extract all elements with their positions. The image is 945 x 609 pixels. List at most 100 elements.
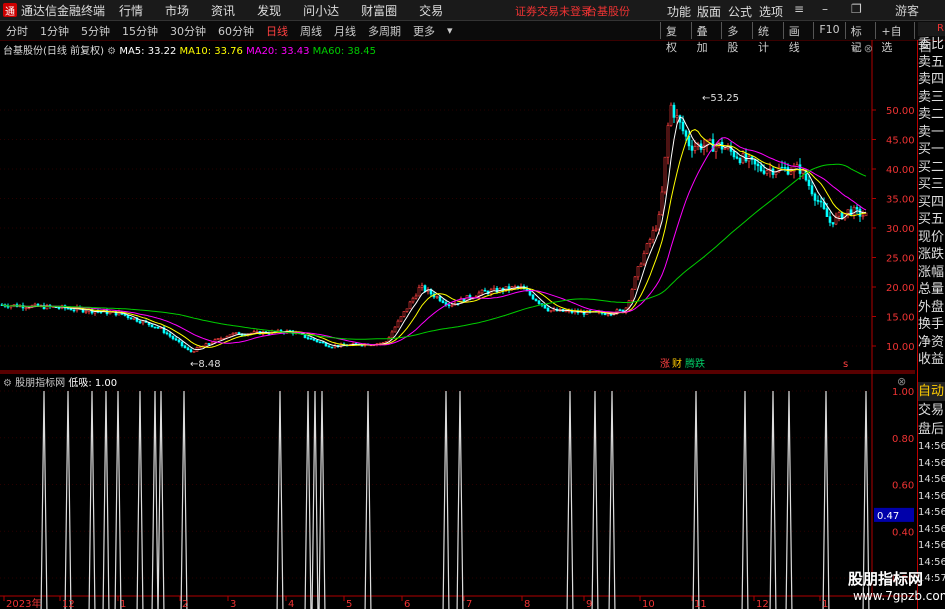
period-timeshare[interactable]: 分时 (4, 23, 30, 39)
period-daily[interactable]: 日线 (264, 23, 290, 39)
stats-button[interactable]: 统计 (752, 22, 783, 54)
candle-body (669, 104, 673, 126)
side-time: 14:56 (918, 507, 945, 518)
sub-close-icon[interactable]: ⊗ (897, 375, 906, 388)
candle-body (672, 104, 676, 118)
period-monthly[interactable]: 月线 (332, 23, 358, 39)
candle-body (327, 345, 331, 348)
side-item: 收益 (918, 352, 945, 367)
menu-trade[interactable]: 交易 (419, 2, 443, 19)
period-15min[interactable]: 15分钟 (120, 23, 160, 39)
event-tag: 涨 (660, 358, 670, 370)
settings-icon[interactable]: ⚙ (107, 46, 116, 57)
ma20-label: MA20: 33.43 (246, 46, 310, 57)
candle-body (534, 298, 538, 302)
candle-body (837, 212, 841, 217)
period-weekly[interactable]: 周线 (298, 23, 324, 39)
side-top-tab[interactable]: R (918, 22, 945, 36)
date-tick-label: 12 (756, 599, 769, 609)
period-30min[interactable]: 30分钟 (168, 23, 208, 39)
side-item: 涨幅 (918, 264, 945, 280)
f10-button[interactable]: F10 (813, 22, 844, 39)
candle-body (129, 317, 133, 320)
period-60min[interactable]: 60分钟 (216, 23, 256, 39)
draw-button[interactable]: 画线 (782, 22, 814, 54)
side-item: 外盘 (918, 299, 945, 315)
side-item: 买二 (918, 159, 945, 175)
kline-chart[interactable]: 50.00 45.00 40.00 35.00 30.00 25.00 20.00 15.00… (0, 40, 915, 609)
adjust-button[interactable]: 复权 (660, 22, 691, 54)
price-tick-label: 20.00 (886, 283, 915, 294)
menu-market[interactable]: 市场 (165, 2, 189, 19)
candle-body (633, 276, 637, 290)
candle-body (648, 239, 652, 244)
date-tick-label: 2 (182, 599, 188, 609)
candle-body (57, 307, 61, 309)
period-multi[interactable]: 多周期 (366, 23, 403, 39)
menu-discover[interactable]: 发现 (257, 2, 281, 19)
candle-body (33, 303, 37, 306)
menu-layout[interactable]: 版面 (697, 3, 721, 20)
menu-news[interactable]: 资讯 (211, 2, 235, 19)
candle-body (693, 146, 697, 151)
candle-body (174, 338, 178, 341)
menu-wealth[interactable]: 财富圈 (361, 2, 397, 19)
menu-quotes[interactable]: 行情 (119, 2, 143, 19)
candle-body (420, 285, 424, 288)
candle-body (735, 156, 739, 159)
candle-body (480, 289, 484, 294)
period-more[interactable]: 更多 (411, 23, 437, 39)
menu-formula[interactable]: 公式 (728, 3, 752, 20)
overlay-button[interactable]: 叠加 (690, 22, 722, 54)
candle-body (255, 331, 259, 333)
guest-label[interactable]: 游客 (895, 2, 919, 19)
candle-body (66, 307, 70, 310)
menu-ask[interactable]: 问小达 (303, 2, 339, 19)
candle-body (645, 243, 649, 254)
side-time: 14:56 (918, 490, 945, 502)
side-tab[interactable]: 自动 (918, 382, 945, 401)
price-tick-label: 45.00 (886, 136, 915, 147)
candle-body (216, 338, 220, 340)
settings-icon[interactable]: ⚙ (3, 378, 12, 389)
candle-body (156, 326, 160, 329)
menu-function[interactable]: 功能 (667, 3, 691, 20)
watermark-title: 股朋指标网 (848, 570, 924, 588)
menu-icon[interactable]: ≡ (794, 2, 804, 16)
price-tick-label: 25.00 (886, 254, 915, 265)
candle-body (306, 337, 310, 339)
candle-body (447, 304, 451, 307)
candle-body (858, 208, 862, 217)
side-time: 14:56 (918, 457, 945, 469)
date-tick-label: 1 (120, 599, 126, 609)
candle-body (180, 341, 184, 347)
watermark-url: www.7gpzb.com (853, 589, 945, 603)
side-tab[interactable]: 盘后 (918, 420, 945, 439)
period-5min[interactable]: 5分钟 (79, 23, 112, 39)
candle-body (654, 228, 658, 231)
ma-legend: 台基股份(日线 前复权) ⚙ MA5: 33.22 MA10: 33.76 MA… (3, 42, 376, 57)
restore-icon[interactable]: ❐ (851, 2, 862, 16)
chart-close-icons[interactable]: ⊗ ⊗ (851, 42, 873, 55)
menu-options[interactable]: 选项 (759, 3, 783, 20)
chevron-down-icon[interactable]: ▾ (445, 24, 455, 37)
indicator-line (40, 390, 870, 609)
candle-body (171, 336, 175, 340)
side-tab[interactable]: 交易 (918, 401, 945, 420)
period-1min[interactable]: 1分钟 (38, 23, 71, 39)
event-tag: s (843, 359, 848, 370)
candle-body (414, 295, 418, 299)
candle-body (657, 214, 661, 230)
high-annotation: ←53.25 (702, 93, 739, 104)
side-time: 14:56 (918, 474, 945, 485)
quote-side-panel: R 委比 卖五 卖四 卖三 卖二 卖一 买一 买二 买三 买四 买五 现价 涨跌 涨幅 总量 外盘 换手 净资 收益… (917, 22, 945, 609)
sub-tick-label: 0.40 (892, 527, 914, 538)
minimize-icon[interactable]: – (822, 2, 828, 16)
sub-tick-label: 0.60 (892, 481, 914, 492)
mark-button[interactable]: 标记 (844, 22, 876, 54)
multi-stock-button[interactable]: 多股 (721, 22, 752, 54)
login-notice[interactable]: 证券交易未登录 (515, 3, 592, 19)
candle-body (807, 179, 811, 187)
candle-body (852, 207, 856, 216)
add-watchlist-button[interactable]: +自选 (875, 22, 914, 54)
